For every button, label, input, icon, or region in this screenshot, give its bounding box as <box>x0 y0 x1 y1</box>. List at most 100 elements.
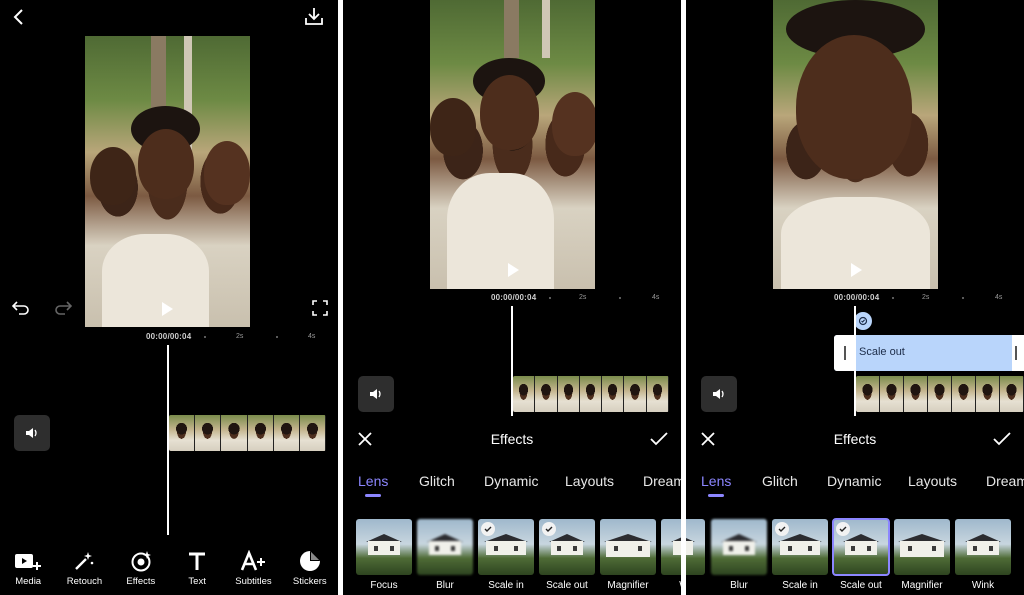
confirm-icon[interactable] <box>991 429 1013 449</box>
tab-lens[interactable]: Lens <box>701 473 731 489</box>
effect-item[interactable] <box>686 519 705 580</box>
effect-item-selected[interactable]: Scale out <box>832 518 890 591</box>
tool-label: Stickers <box>292 576 327 587</box>
tick-label: 4s <box>652 294 660 301</box>
keyframe-icon[interactable] <box>854 312 872 330</box>
trim-handle-left[interactable] <box>834 335 856 371</box>
tool-text[interactable]: Text <box>169 548 225 595</box>
effect-thumbnail <box>661 519 681 575</box>
chevron-left-icon[interactable] <box>8 6 30 28</box>
effect-label: Scale in <box>782 580 818 591</box>
effect-item[interactable]: Focus <box>356 519 412 591</box>
download-icon[interactable] <box>302 5 326 27</box>
tool-subtitles[interactable]: Subtitles <box>225 548 281 595</box>
effect-thumbnail <box>894 519 950 575</box>
effect-label: Scale out <box>840 580 882 591</box>
effect-item[interactable]: Scale in <box>478 519 534 591</box>
volume-button[interactable] <box>701 376 737 412</box>
effect-track[interactable]: Scale out <box>834 335 1024 371</box>
effect-label: Scale in <box>488 580 524 591</box>
check-icon <box>481 522 495 536</box>
tool-label: Effects <box>126 576 156 587</box>
effect-label: Wink <box>971 580 995 591</box>
tab-dynamic[interactable]: Dynamic <box>484 473 538 489</box>
effect-item[interactable]: Magnifier <box>600 519 656 591</box>
video-track[interactable] <box>169 415 326 451</box>
effect-label: W <box>649 580 681 591</box>
effect-label: Blur <box>730 580 748 591</box>
sheet-title: Effects <box>490 431 534 447</box>
tab-dynamic[interactable]: Dynamic <box>827 473 881 489</box>
text-icon <box>186 548 208 574</box>
effect-category-tabs: Lens Glitch Dynamic Layouts Dream <box>343 473 681 503</box>
playhead[interactable] <box>167 345 169 535</box>
speaker-icon <box>358 376 394 412</box>
check-icon <box>542 522 556 536</box>
video-preview[interactable] <box>773 0 938 289</box>
effect-track-label: Scale out <box>859 346 905 358</box>
tick-label: 2s <box>236 333 244 340</box>
tool-effects[interactable]: Effects <box>113 548 169 595</box>
confirm-icon[interactable] <box>648 429 670 449</box>
play-icon[interactable] <box>508 263 519 277</box>
tool-media[interactable]: Media <box>0 548 56 595</box>
sheet-title: Effects <box>833 431 877 447</box>
tab-dream[interactable]: Dream <box>986 473 1024 489</box>
playhead[interactable] <box>511 306 513 416</box>
tab-dream[interactable]: Dream <box>643 473 681 489</box>
effect-thumbnail <box>772 519 828 575</box>
speaker-icon <box>14 415 50 451</box>
effect-label: Scale out <box>546 580 588 591</box>
magic-wand-icon <box>72 548 96 574</box>
effect-thumbnail <box>539 519 595 575</box>
tab-underline <box>708 494 724 497</box>
tab-glitch[interactable]: Glitch <box>762 473 798 489</box>
tab-layouts[interactable]: Layouts <box>565 473 614 489</box>
fullscreen-icon[interactable] <box>310 298 330 318</box>
video-track[interactable] <box>856 376 1024 412</box>
redo-icon[interactable] <box>52 298 74 318</box>
media-add-icon <box>14 548 42 574</box>
effect-item[interactable]: Scale in <box>772 519 828 591</box>
tick-label: 2s <box>579 294 587 301</box>
effect-thumbnail <box>600 519 656 575</box>
effect-item[interactable]: Blur <box>711 519 767 591</box>
effect-item[interactable]: Blur <box>417 519 473 591</box>
tool-stickers[interactable]: Stickers <box>282 548 338 595</box>
trim-handle-right[interactable] <box>1012 335 1024 371</box>
effect-item[interactable]: Scale out <box>539 519 595 591</box>
effect-item[interactable]: Wink <box>955 519 1011 591</box>
tab-underline <box>365 494 381 497</box>
undo-icon[interactable] <box>10 298 32 318</box>
tool-retouch[interactable]: Retouch <box>56 548 112 595</box>
play-icon[interactable] <box>162 302 173 316</box>
effects-icon <box>129 548 153 574</box>
sticker-icon <box>299 548 321 574</box>
tool-label: Media <box>15 576 42 587</box>
volume-button[interactable] <box>14 415 50 451</box>
video-track[interactable] <box>513 376 669 412</box>
play-icon[interactable] <box>851 263 862 277</box>
main-toolbar: Media Retouch Effects Text Subtitles Sti… <box>0 548 338 595</box>
effect-item[interactable]: Magnifier <box>894 519 950 591</box>
tab-lens[interactable]: Lens <box>358 473 388 489</box>
effect-thumbnail <box>417 519 473 575</box>
effect-thumbnail <box>356 519 412 575</box>
effects-screen: 00:00/00:04 2s 4s Effects Lens Glitch Dy… <box>343 0 681 595</box>
effects-applied-screen: 00:00/00:04 2s 4s Scale out Effects Lens… <box>686 0 1024 595</box>
effect-category-tabs: Lens Glitch Dynamic Layouts Dream <box>686 473 1024 503</box>
effect-item[interactable]: W <box>661 519 681 591</box>
tab-glitch[interactable]: Glitch <box>419 473 455 489</box>
effect-thumbnail <box>955 519 1011 575</box>
video-preview[interactable] <box>430 0 595 289</box>
effects-list: Blur Scale in Scale out Magnifier Wink <box>686 518 1024 595</box>
video-preview[interactable] <box>85 36 250 327</box>
effect-thumbnail <box>478 519 534 575</box>
tool-label: Text <box>188 576 206 587</box>
effects-list: Focus Blur Scale in Scale out Magnifier … <box>343 519 681 595</box>
tool-label: Subtitles <box>235 576 272 587</box>
playhead[interactable] <box>854 306 856 416</box>
tab-layouts[interactable]: Layouts <box>908 473 957 489</box>
effect-thumbnail <box>711 519 767 575</box>
volume-button[interactable] <box>358 376 394 412</box>
